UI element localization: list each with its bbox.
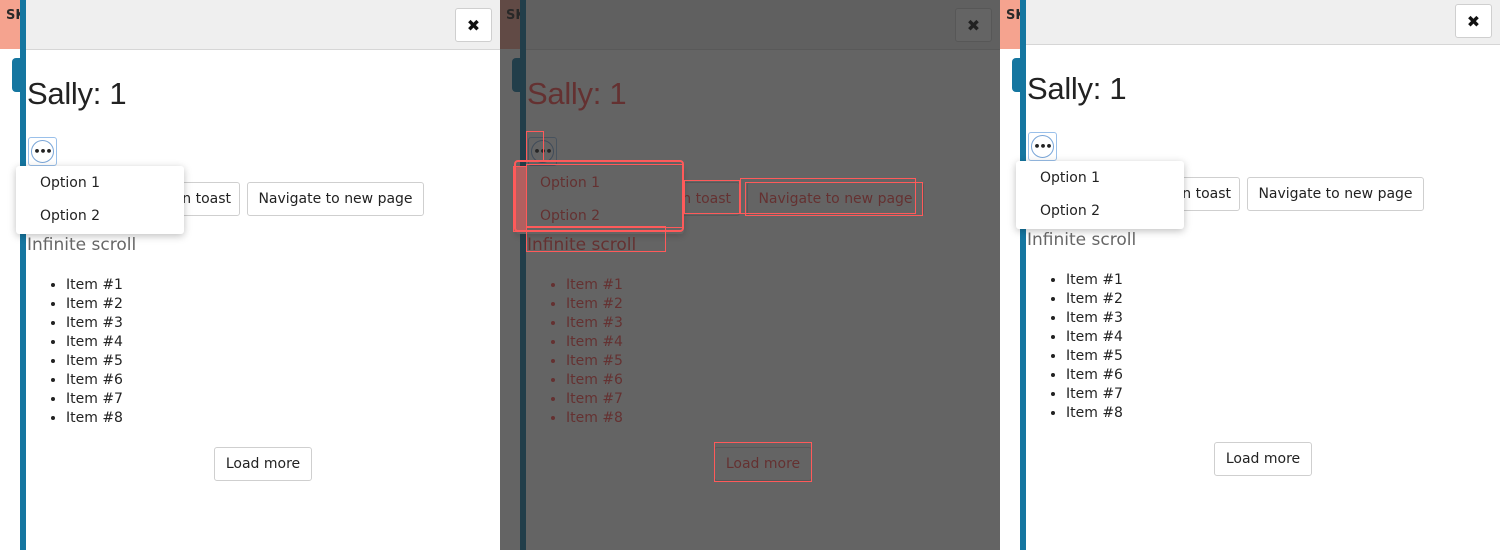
screenshot-panel-normal: SK ✖ Sally: 1 ••• n toast Navigate to ne… bbox=[0, 0, 500, 550]
list-item: Item #1 bbox=[66, 276, 123, 295]
item-list: Item #1 Item #2 Item #3 Item #4 Item #5 … bbox=[566, 276, 623, 428]
list-item: Item #8 bbox=[1066, 404, 1123, 423]
screenshot-panel-highlighted: SK ✖ Sally: 1 ••• n toast Navigate to ne… bbox=[500, 0, 1000, 550]
section-heading: Infinite scroll bbox=[1027, 230, 1137, 250]
modal: ✖ Sally: 1 ••• n toast Navigate to new p… bbox=[1016, 0, 1500, 545]
options-menu: Option 1 Option 2 bbox=[1016, 161, 1184, 229]
section-heading: Infinite scroll bbox=[27, 235, 137, 255]
close-icon: ✖ bbox=[966, 15, 981, 35]
page-title: Sally: 1 bbox=[527, 76, 627, 111]
list-item: Item #6 bbox=[66, 371, 123, 390]
list-item: Item #7 bbox=[66, 390, 123, 409]
options-menu: Option 1 Option 2 bbox=[16, 166, 184, 234]
menu-item-option-1[interactable]: Option 1 bbox=[1016, 161, 1184, 194]
list-item: Item #8 bbox=[566, 409, 623, 428]
list-item: Item #6 bbox=[566, 371, 623, 390]
highlight-nav-button-shifted bbox=[745, 182, 923, 216]
menu-item-option-2[interactable]: Option 2 bbox=[1016, 194, 1184, 227]
list-item: Item #7 bbox=[566, 390, 623, 409]
highlight-toast-button bbox=[684, 180, 740, 214]
list-item: Item #6 bbox=[1066, 366, 1123, 385]
list-item: Item #2 bbox=[1066, 290, 1123, 309]
close-button[interactable]: ✖ bbox=[455, 8, 492, 42]
highlight-subtitle bbox=[526, 226, 666, 252]
page-title: Sally: 1 bbox=[27, 76, 127, 111]
item-list: Item #1 Item #2 Item #3 Item #4 Item #5 … bbox=[1066, 271, 1123, 423]
more-options-button[interactable]: ••• bbox=[1028, 132, 1057, 161]
modal-header: ✖ bbox=[526, 0, 1000, 50]
list-item: Item #3 bbox=[1066, 309, 1123, 328]
highlight-menu-inner bbox=[526, 164, 684, 228]
list-item: Item #3 bbox=[66, 314, 123, 333]
more-options-button[interactable]: ••• bbox=[28, 137, 57, 166]
modal-header: ✖ bbox=[26, 0, 500, 50]
list-item: Item #5 bbox=[566, 352, 623, 371]
navigate-button[interactable]: Navigate to new page bbox=[1247, 177, 1424, 211]
menu-item-option-2[interactable]: Option 2 bbox=[16, 199, 184, 232]
modal-header: ✖ bbox=[1026, 0, 1500, 45]
navigate-button[interactable]: Navigate to new page bbox=[247, 182, 424, 216]
list-item: Item #5 bbox=[66, 352, 123, 371]
list-item: Item #4 bbox=[1066, 328, 1123, 347]
highlight-menu-edge bbox=[513, 166, 527, 232]
screenshot-panel-shifted: SK ✖ Sally: 1 ••• n toast Navigate to ne… bbox=[1000, 0, 1500, 550]
list-item: Item #2 bbox=[566, 295, 623, 314]
list-item: Item #5 bbox=[1066, 347, 1123, 366]
list-item: Item #2 bbox=[66, 295, 123, 314]
highlight-load-more bbox=[714, 442, 812, 482]
close-button[interactable]: ✖ bbox=[1455, 4, 1492, 38]
close-icon: ✖ bbox=[466, 15, 481, 35]
load-more-button[interactable]: Load more bbox=[1214, 442, 1312, 476]
more-icon: ••• bbox=[1031, 135, 1054, 158]
load-more-button[interactable]: Load more bbox=[214, 447, 312, 481]
page-title: Sally: 1 bbox=[1027, 71, 1127, 106]
list-item: Item #7 bbox=[1066, 385, 1123, 404]
menu-item-option-1[interactable]: Option 1 bbox=[16, 166, 184, 199]
list-item: Item #4 bbox=[566, 333, 623, 352]
list-item: Item #1 bbox=[1066, 271, 1123, 290]
highlight-more-button bbox=[526, 131, 544, 161]
close-icon: ✖ bbox=[1466, 11, 1481, 31]
item-list: Item #1 Item #2 Item #3 Item #4 Item #5 … bbox=[66, 276, 123, 428]
more-icon: ••• bbox=[31, 140, 54, 163]
modal: ✖ Sally: 1 ••• n toast Navigate to new p… bbox=[16, 0, 500, 550]
list-item: Item #3 bbox=[566, 314, 623, 333]
list-item: Item #8 bbox=[66, 409, 123, 428]
list-item: Item #4 bbox=[66, 333, 123, 352]
close-button[interactable]: ✖ bbox=[955, 8, 992, 42]
list-item: Item #1 bbox=[566, 276, 623, 295]
